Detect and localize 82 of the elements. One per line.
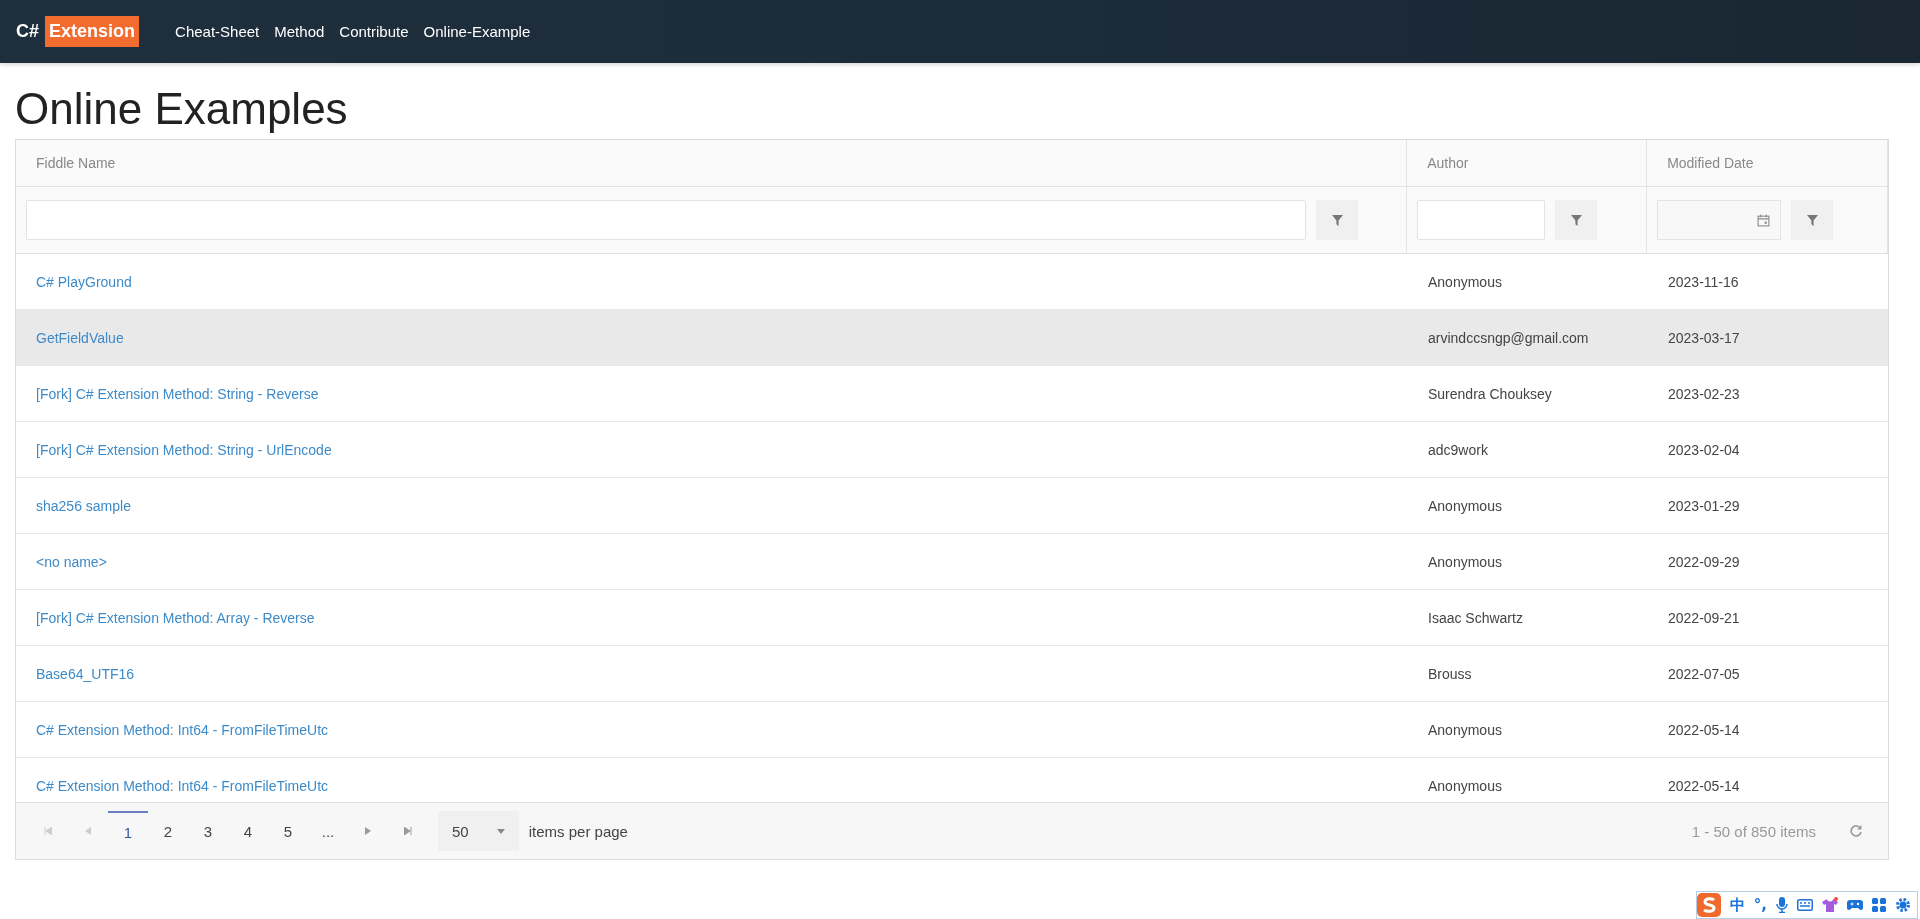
table-row[interactable]: [Fork] C# Extension Method: String - UrlEncode adc9work 2023-02-04 [16, 422, 1888, 479]
fiddle-link[interactable]: <no name> [36, 553, 107, 570]
fiddle-link[interactable]: [Fork] C# Extension Method: Array - Reverse [36, 609, 315, 626]
page-button[interactable]: ... [308, 813, 348, 850]
fiddle-link[interactable]: [Fork] C# Extension Method: String - UrlEncode [36, 441, 332, 458]
table-cell: Isaac Schwartz [1428, 609, 1523, 626]
filter-field[interactable] [26, 200, 1306, 241]
punctuation-toggle[interactable]: °, [1753, 896, 1767, 914]
table-cell: Anonymous [1428, 777, 1502, 794]
filter-field[interactable] [1417, 200, 1546, 241]
table-cell: 2022-09-21 [1668, 609, 1740, 626]
input-mode-toggle[interactable]: 中 [1729, 895, 1745, 915]
table-cell: 2022-05-14 [1668, 777, 1740, 794]
table-cell: Anonymous [1428, 273, 1502, 290]
date-filter-field[interactable] [1657, 200, 1782, 241]
table-cell: Brouss [1428, 665, 1472, 682]
logo-badge: Extension [45, 16, 140, 47]
calendar-icon [1757, 213, 1771, 227]
table-cell: 2023-02-23 [1668, 385, 1740, 402]
page-size-dropdown[interactable]: 50 [438, 811, 519, 852]
pager-info: 1 - 50 of 850 items [1691, 822, 1816, 840]
table-cell: Anonymous [1428, 553, 1502, 570]
shirt-icon[interactable] [1822, 897, 1838, 913]
table-cell: 2022-07-05 [1668, 665, 1740, 682]
table-row[interactable]: <no name> Anonymous 2022-09-29 [16, 534, 1888, 591]
table-cell: Anonymous [1428, 721, 1502, 738]
column-header[interactable]: Modified Date [1647, 140, 1888, 187]
microphone-icon[interactable] [1776, 897, 1788, 913]
filter-button[interactable] [1316, 200, 1358, 241]
site-logo[interactable]: C# Extension [16, 16, 140, 47]
page-button[interactable]: 1 [108, 811, 148, 852]
table-cell: 2023-02-04 [1668, 441, 1740, 458]
table-cell: 2023-03-17 [1668, 329, 1740, 346]
table-cell: arvindccsngp@gmail.com [1428, 329, 1589, 346]
table-row[interactable]: GetFieldValue arvindccsngp@gmail.com 2023-03-17 [16, 310, 1888, 367]
table-row[interactable]: Base64_UTF16 Brouss 2022-07-05 [16, 646, 1888, 703]
column-header[interactable]: Fiddle Name [16, 140, 1408, 187]
next-page-icon [365, 827, 371, 836]
first-page-icon [44, 827, 52, 836]
table-row[interactable]: C# Extension Method: Int64 - FromFileTimeUtc Anonymous 2022-05-14 [16, 702, 1888, 759]
filter-button[interactable] [1555, 200, 1598, 241]
refresh-icon [1849, 824, 1863, 839]
table-row[interactable]: sha256 sample Anonymous 2023-01-29 [16, 478, 1888, 535]
caret-icon [496, 828, 505, 834]
filter-icon [1806, 214, 1818, 226]
fiddle-link[interactable]: C# PlayGround [36, 273, 132, 290]
table-row[interactable]: [Fork] C# Extension Method: String - Reverse Surendra Chouksey 2023-02-23 [16, 366, 1888, 423]
grid-icon[interactable] [1872, 898, 1886, 912]
page-size-label: items per page [528, 822, 628, 840]
table-cell: adc9work [1428, 441, 1488, 458]
table-row[interactable]: [Fork] C# Extension Method: Array - Reverse Isaac Schwartz 2022-09-21 [16, 590, 1888, 647]
page-button[interactable]: 5 [268, 813, 308, 850]
fiddle-link[interactable]: C# Extension Method: Int64 - FromFileTimeUtc [36, 721, 329, 738]
table-cell: 2023-11-16 [1668, 273, 1739, 290]
settings-icon[interactable] [1895, 897, 1911, 913]
page-button[interactable]: 3 [188, 813, 228, 850]
ime-logo-icon[interactable] [1696, 893, 1721, 917]
page-button[interactable]: 4 [228, 813, 268, 850]
last-page-icon [404, 827, 412, 836]
fiddle-link[interactable]: sha256 sample [36, 497, 131, 514]
column-header[interactable]: Author [1407, 140, 1648, 187]
previous-page-icon [85, 827, 91, 836]
filter-icon [1331, 214, 1343, 226]
table-cell: 2022-05-14 [1668, 721, 1740, 738]
page-title: Online Examples [15, 85, 349, 134]
table-cell: Anonymous [1428, 497, 1502, 514]
fiddle-link[interactable]: Base64_UTF16 [36, 665, 135, 682]
filter-button[interactable] [1791, 200, 1834, 241]
nav-link[interactable]: Method [274, 23, 325, 40]
logo-text: C# [16, 21, 39, 42]
gamepad-icon[interactable] [1847, 898, 1863, 912]
nav-link[interactable]: Cheat-Sheet [175, 23, 260, 40]
page-button[interactable]: 2 [148, 813, 188, 850]
table-cell: 2023-01-29 [1668, 497, 1740, 514]
fiddle-link[interactable]: C# Extension Method: Int64 - FromFileTimeUtc [36, 777, 329, 794]
table-cell: Surendra Chouksey [1428, 385, 1552, 402]
nav-link[interactable]: Online-Example [423, 23, 531, 40]
fiddle-link[interactable]: [Fork] C# Extension Method: String - Reverse [36, 385, 319, 402]
filter-icon [1570, 214, 1582, 226]
keyboard-icon[interactable] [1797, 899, 1813, 911]
table-cell: 2022-09-29 [1668, 553, 1740, 570]
nav-link[interactable]: Contribute [339, 23, 409, 40]
